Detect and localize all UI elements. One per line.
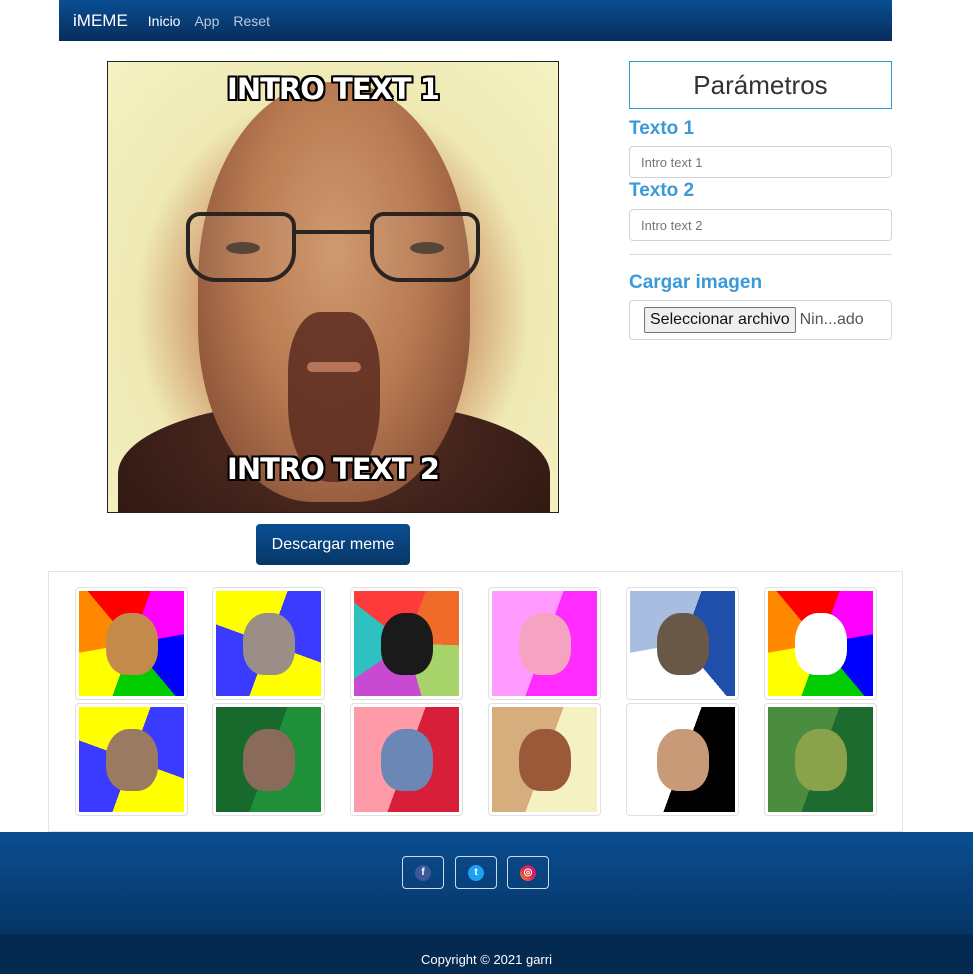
meme-template-scumbag-god[interactable] [75,703,188,816]
facebook-icon: f [415,864,431,881]
parameters-title: Parámetros [629,61,892,109]
file-input[interactable]: Seleccionar archivo Nin...ado [629,300,892,340]
file-status-text: Nin...ado [799,311,864,328]
text1-label: Texto 1 [629,118,695,139]
copyright-text: Copyright © 2021 garri [421,951,552,967]
meme-template-business-cat[interactable] [350,587,463,700]
meme-top-text: INTRO TEXT 1 [227,72,440,106]
template-character [794,612,847,675]
meme-template-socially-awkward-penguin[interactable] [626,587,739,700]
template-thumbnail-image [354,591,459,696]
meme-preview: INTRO TEXT 1 INTRO TEXT 2 [107,61,559,513]
template-character [242,728,295,791]
nav-link-reset[interactable]: Reset [233,13,270,29]
choose-file-button[interactable]: Seleccionar archivo [644,307,796,333]
template-character [242,612,295,675]
instagram-icon: ◎ [520,864,536,881]
template-character [656,612,709,675]
template-thumbnail-image [630,707,735,812]
text1-input[interactable] [629,146,892,178]
download-meme-button[interactable]: Descargar meme [256,524,410,565]
brand-logo[interactable]: iMEME [73,11,128,31]
template-thumbnail-image [630,591,735,696]
template-thumbnail-image [79,707,184,812]
top-navbar: iMEME Inicio App Reset [59,0,892,41]
template-thumbnail-image [768,707,873,812]
text2-input[interactable] [629,209,892,241]
upload-image-label: Cargar imagen [629,272,763,293]
twitter-button[interactable]: t [455,856,497,889]
template-character [105,728,158,791]
meme-template-slowpoke[interactable] [488,587,601,700]
template-thumbnail-image [492,591,597,696]
template-thumbnail-image [216,591,321,696]
template-character [380,612,433,675]
meme-template-advice-god[interactable] [212,587,325,700]
template-thumbnail-image [216,707,321,812]
text2-label: Texto 2 [629,180,695,201]
panel-divider [629,254,892,255]
meme-template-advice-dog[interactable] [75,587,188,700]
meme-template-foul-bachelor-frog[interactable] [764,703,877,816]
meme-template-dating-site-murderer[interactable] [350,703,463,816]
template-character [518,612,571,675]
template-character [105,612,158,675]
facebook-button[interactable]: f [402,856,444,889]
template-thumbnail-image [79,591,184,696]
template-thumbnail-image [354,707,459,812]
template-thumbnail-image [768,591,873,696]
meme-image-mouth [307,362,361,372]
meme-template-high-expectations-asian-father[interactable] [212,703,325,816]
copyright-bar: Copyright © 2021 garri [0,934,973,974]
nav-link-inicio[interactable]: Inicio [148,13,181,29]
template-character [794,728,847,791]
meme-image-glasses-bridge [292,230,374,234]
template-character [380,728,433,791]
instagram-button[interactable]: ◎ [507,856,549,889]
template-character [656,728,709,791]
meme-template-scumbag-steve[interactable] [626,703,739,816]
template-character [518,728,571,791]
twitter-icon: t [468,864,484,881]
meme-template-gallery [48,571,903,832]
meme-bottom-text: INTRO TEXT 2 [227,452,440,486]
nav-link-app[interactable]: App [194,13,219,29]
meme-template-walter-white[interactable] [488,703,601,816]
template-thumbnail-image [492,707,597,812]
meme-image-glasses-right [370,212,480,282]
meme-image-glasses-left [186,212,296,282]
meme-template-reddit-alien[interactable] [764,587,877,700]
